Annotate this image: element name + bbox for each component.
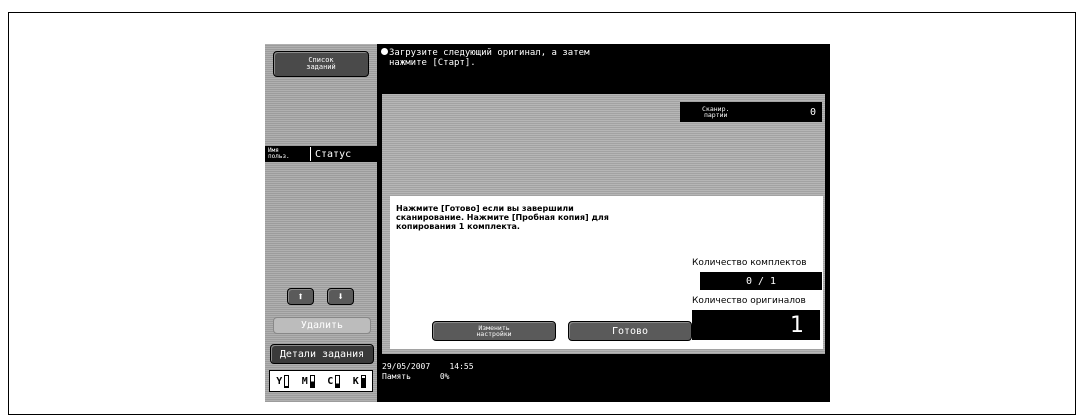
- done-button[interactable]: Готово: [568, 321, 692, 341]
- toner-c: C: [327, 374, 341, 388]
- job-list-button[interactable]: Список заданий: [273, 51, 369, 77]
- scan-batches-value: 0: [809, 106, 816, 118]
- memory-value: 0%: [439, 372, 450, 381]
- toner-levels: Y M C K: [269, 370, 373, 392]
- col-status: Статус: [315, 148, 352, 160]
- job-sidebar: Список заданий Имя польз. Статус ⬆ ⬇ Уда…: [265, 44, 377, 402]
- toner-bar-k: [360, 374, 366, 388]
- status-footer: 29/05/2007 14:55 Память 0%: [382, 362, 474, 382]
- toner-bar-c: [335, 374, 341, 388]
- arrow-up-icon: ⬆: [297, 290, 304, 303]
- job-details-button[interactable]: Детали задания: [270, 344, 374, 364]
- toner-bar-m: [309, 374, 315, 388]
- message-line-2: нажмите [Старт].: [389, 58, 476, 68]
- message-line-1: Загрузите следующий оригинал, а затем: [389, 48, 590, 58]
- instruction-text: Нажмите [Готово] если вы завершили скани…: [396, 204, 609, 231]
- main-area: Сканир. партии 0 Нажмите [Готово] если в…: [382, 94, 825, 354]
- message-bar: Загрузите следующий оригинал, а затем на…: [381, 48, 821, 84]
- job-list-label-2: заданий: [306, 63, 336, 71]
- job-table-header: Имя польз. Статус: [265, 146, 377, 162]
- copier-panel: Список заданий Имя польз. Статус ⬆ ⬇ Уда…: [265, 44, 830, 402]
- sets-label: Количество комплектов: [692, 258, 807, 268]
- delete-button[interactable]: Удалить: [273, 317, 371, 334]
- status-card: Нажмите [Готово] если вы завершили скани…: [390, 196, 823, 349]
- col-user: Имя польз.: [265, 147, 311, 161]
- time: 14:55: [449, 362, 474, 371]
- date: 29/05/2007: [382, 362, 431, 371]
- memory-label: Память: [382, 372, 411, 381]
- toner-y: Y: [276, 374, 290, 388]
- toner-bar-y: [284, 374, 290, 388]
- scroll-up-button[interactable]: ⬆: [287, 288, 314, 305]
- originals-label: Количество оригиналов: [692, 296, 806, 306]
- scan-batches-label-2: партии: [703, 111, 728, 119]
- scroll-down-button[interactable]: ⬇: [327, 288, 354, 305]
- toner-k: K: [353, 374, 366, 388]
- change-settings-button[interactable]: Изменить настройки: [432, 321, 556, 341]
- arrow-down-icon: ⬇: [337, 290, 344, 303]
- sets-value: 0 / 1: [700, 272, 822, 290]
- info-icon: [381, 48, 388, 55]
- toner-m: M: [302, 374, 315, 388]
- originals-value: 1: [692, 310, 820, 340]
- scan-batches-counter: Сканир. партии 0: [680, 102, 822, 122]
